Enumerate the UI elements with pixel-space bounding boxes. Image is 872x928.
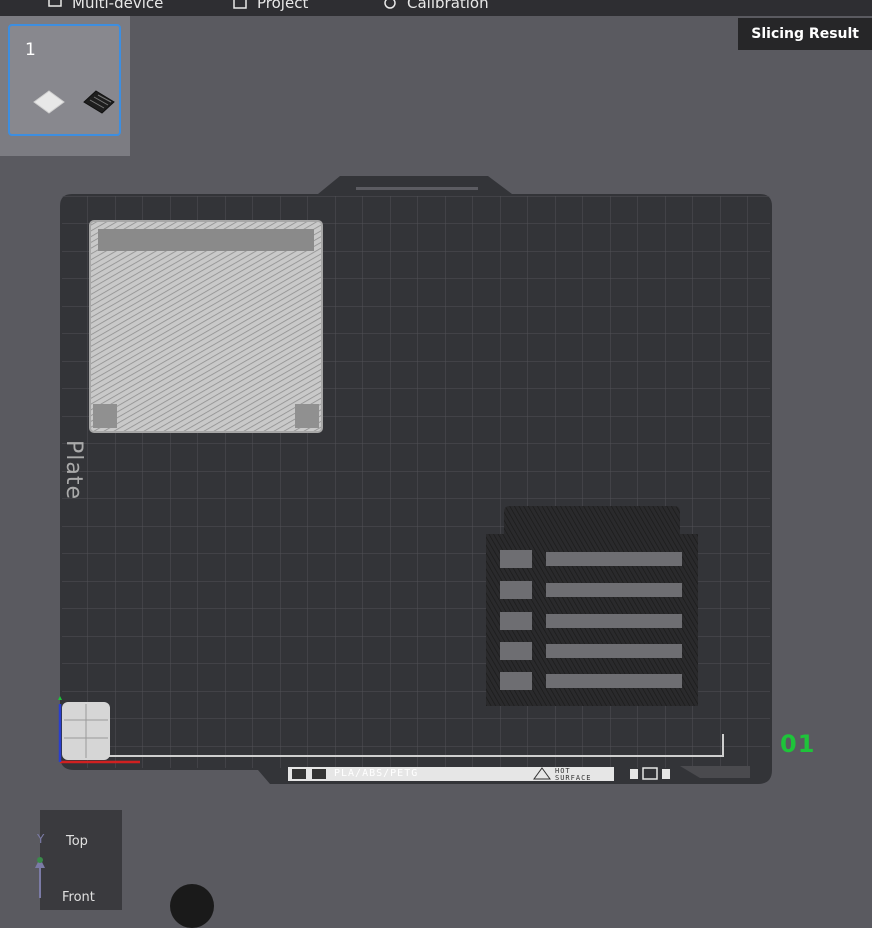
model-light-object[interactable] [89, 220, 323, 433]
view-top-face[interactable]: Top [66, 834, 88, 849]
model-dark-object[interactable] [486, 506, 698, 706]
view-axis-arrow-icon [35, 857, 45, 898]
y-axis-label-icon: Y [37, 832, 45, 846]
plate-number: 01 [780, 730, 816, 758]
build-plate[interactable] [0, 0, 872, 898]
bed-type-icon [312, 769, 326, 779]
bed-logo-icon [292, 769, 306, 779]
hot-surface-label: HOT SURFACE [555, 767, 592, 782]
bed-material-label: PLA/ABS/PETG [334, 768, 419, 779]
plate-text-label: Plate [61, 440, 86, 501]
view-cube[interactable]: Y Top Front [37, 810, 122, 910]
bed-trash-icon-2 [662, 769, 670, 779]
bed-tab-slot [356, 187, 478, 190]
bed-trash-icon [630, 769, 638, 779]
origin-cube [62, 702, 110, 760]
round-action-button[interactable] [170, 884, 214, 928]
